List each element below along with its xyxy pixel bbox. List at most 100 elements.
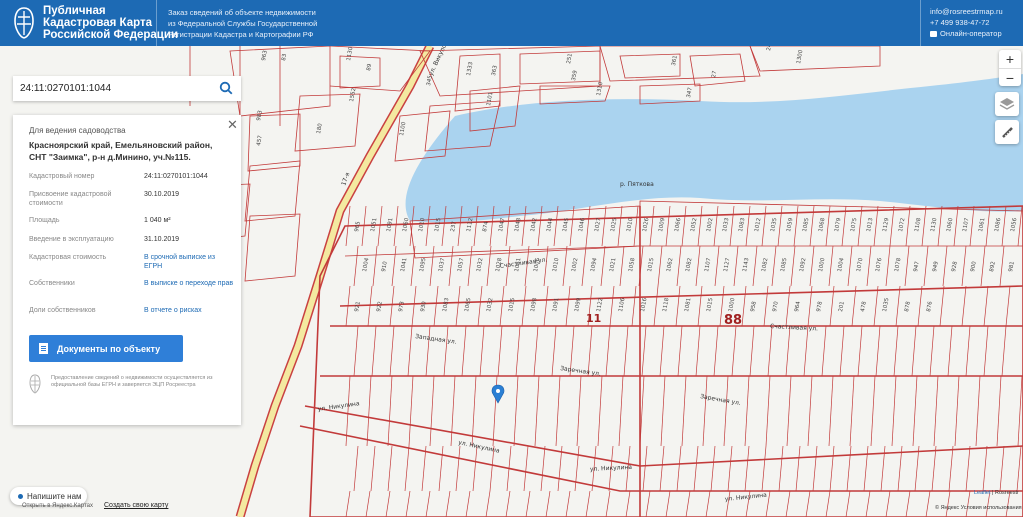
- urgent-extract-link[interactable]: В срочной выписке из ЕГРН: [144, 254, 234, 271]
- online-operator-link[interactable]: Онлайн-оператор: [930, 28, 1003, 39]
- parcel-divider: [917, 285, 923, 327]
- parcel-divider: [505, 490, 511, 517]
- parcel-divider: [555, 375, 561, 447]
- documents-button-label: Документы по объекту: [57, 343, 161, 354]
- parcel-divider: [365, 490, 371, 517]
- plot-number: 947: [913, 260, 921, 272]
- parcel-divider: [921, 205, 927, 247]
- email-link[interactable]: info@rosreestrmap.ru: [930, 6, 1003, 17]
- open-yandex-link[interactable]: Открыть в Яндекс.Картах: [22, 503, 93, 509]
- layers-button[interactable]: [995, 92, 1019, 116]
- parcel-divider: [665, 490, 671, 517]
- transfer-rights-link[interactable]: В выписке о переходе прав: [144, 280, 234, 289]
- parcel-divider: [659, 445, 665, 492]
- parcel-divider: [521, 285, 527, 327]
- parcel-divider: [929, 325, 935, 377]
- ruler-button[interactable]: [995, 120, 1019, 144]
- street-label-nikulina-2: ул. Никулина: [458, 439, 501, 455]
- search-icon[interactable]: [219, 81, 233, 95]
- zoom-in-button[interactable]: +: [999, 50, 1021, 68]
- parcel-divider: [847, 245, 853, 287]
- plot-number: 892: [989, 261, 997, 272]
- parcel-divider: [641, 325, 647, 377]
- plot-number: 1300: [796, 49, 804, 64]
- parcel-address: Красноярский край, Емельяновский район, …: [29, 140, 213, 162]
- create-map-link[interactable]: Создать свою карту: [104, 502, 168, 509]
- parcel-divider: [371, 325, 377, 377]
- parcel-divider: [605, 490, 611, 517]
- parcel-divider: [685, 490, 691, 517]
- parcel-divider: [367, 285, 373, 327]
- parcel-divider: [702, 375, 708, 447]
- zoom-out-button[interactable]: −: [999, 68, 1021, 86]
- parcel-divider: [942, 245, 948, 287]
- parcel-divider: [408, 375, 414, 447]
- terms-link[interactable]: © Яндекс Условия использования: [935, 505, 1022, 511]
- parcel-divider: [1001, 325, 1007, 377]
- site-title[interactable]: Публичная Кадастровая Карта Российской Ф…: [43, 5, 178, 41]
- parcel-divider: [983, 325, 989, 377]
- parcel-divider: [727, 445, 733, 492]
- plot-number: 1085: [780, 257, 788, 272]
- parcel-divider: [543, 245, 549, 287]
- parcel-divider: [905, 205, 911, 247]
- parcel-divider: [565, 285, 571, 327]
- plot-number: 1098: [530, 297, 538, 312]
- plot-number: 457: [256, 134, 264, 146]
- plot-number: 1012: [754, 218, 762, 233]
- plot-number: 1041: [400, 258, 408, 273]
- parcel-divider: [980, 245, 986, 287]
- parcel-divider: [681, 375, 687, 447]
- parcel-divider: [785, 285, 791, 327]
- parcel-divider: [771, 245, 777, 287]
- risk-report-link[interactable]: В отчете о рисках: [144, 307, 234, 316]
- parcel-divider: [885, 245, 891, 287]
- parcel-divider: [429, 245, 435, 287]
- plot-number: 1129: [882, 217, 890, 232]
- parcel-divider: [479, 325, 485, 377]
- plot-number: 900: [970, 260, 978, 272]
- documents-button[interactable]: Документы по объекту: [29, 335, 183, 362]
- plot-number: 1094: [590, 257, 598, 272]
- plot-number: 1552: [349, 88, 357, 103]
- plot-number: 958: [750, 300, 758, 312]
- parcel-divider: [863, 445, 869, 492]
- selected-parcel-marker[interactable]: [491, 384, 505, 404]
- parcel-divider: [543, 285, 549, 327]
- close-icon[interactable]: ✕: [227, 118, 238, 131]
- parcel-divider: [448, 245, 454, 287]
- plot-number: 1010: [552, 257, 560, 272]
- plot-number: 1072: [898, 218, 906, 233]
- parcel-divider: [933, 375, 939, 447]
- parcel-divider: [681, 205, 687, 247]
- plot-number: 973: [398, 300, 406, 312]
- parcel-divider: [729, 205, 735, 247]
- parcel-divider: [845, 490, 851, 517]
- parcel-divider: [597, 375, 603, 447]
- parcel-divider: [961, 245, 967, 287]
- parcel-divider: [421, 445, 427, 492]
- plot-number: 2407: [766, 46, 774, 51]
- parcel-divider: [438, 445, 444, 492]
- plot-number: 1060: [402, 217, 410, 232]
- leaflet-link[interactable]: Leaflet: [974, 490, 991, 496]
- parcel-divider: [675, 285, 681, 327]
- parcel-divider: [714, 245, 720, 287]
- document-icon: [39, 343, 48, 354]
- parcel-divider: [805, 490, 811, 517]
- phone-link[interactable]: +7 499 938-47-72: [930, 17, 1003, 28]
- parcel-divider: [807, 375, 813, 447]
- plot-number: 1052: [690, 218, 698, 233]
- parcel-divider: [533, 325, 539, 377]
- cadastral-search-input[interactable]: [20, 81, 210, 96]
- parcel-divider: [389, 285, 395, 327]
- plot-number: 878: [904, 300, 912, 312]
- plot-number: 1101: [486, 92, 494, 107]
- parcel-divider: [954, 375, 960, 447]
- parcel-divider: [389, 325, 395, 377]
- header-divider: [156, 0, 157, 46]
- pkk-logo-icon[interactable]: [14, 7, 34, 39]
- parcel-divider: [407, 325, 413, 377]
- parcel-divider: [633, 205, 639, 247]
- plot-number: 1057: [457, 257, 465, 272]
